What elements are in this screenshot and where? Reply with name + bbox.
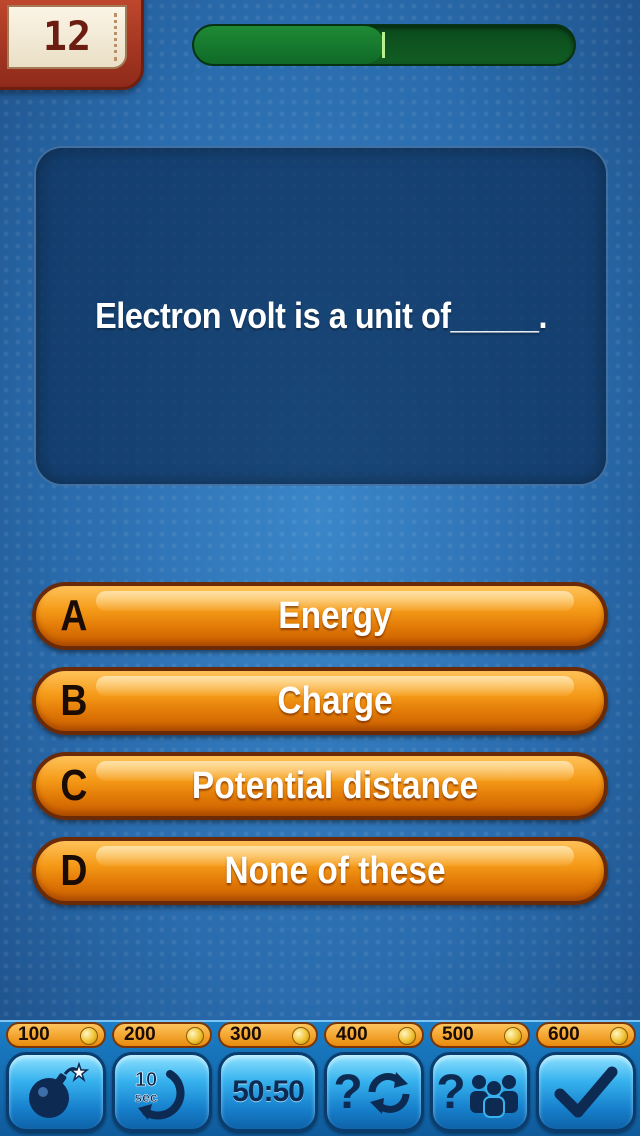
lifeline-cost-value: 200 bbox=[124, 1024, 156, 1045]
timer-progress-fill bbox=[194, 26, 384, 64]
ask-audience-button[interactable]: ? bbox=[430, 1052, 530, 1132]
fifty-fifty-button[interactable]: 50:50 bbox=[218, 1052, 318, 1132]
lifeline-cost: 500 bbox=[430, 1022, 530, 1048]
lifeline-cost-value: 600 bbox=[548, 1024, 580, 1045]
lifeline-fifty-fifty: 300 50:50 bbox=[216, 1022, 320, 1136]
counter-ruler-decoration bbox=[107, 13, 117, 61]
lifeline-cost: 300 bbox=[218, 1022, 318, 1048]
answer-text: Energy bbox=[278, 594, 392, 637]
swap-question-icon: ? bbox=[332, 1062, 416, 1122]
question-panel: Electron volt is a unit of_____. bbox=[34, 146, 608, 486]
coin-icon bbox=[80, 1027, 98, 1045]
answer-text: None of these bbox=[224, 849, 446, 892]
answer-letter: C bbox=[60, 761, 88, 810]
lifeline-cost: 200 bbox=[112, 1022, 212, 1048]
answer-letter: D bbox=[60, 846, 88, 895]
timer-progress-marker bbox=[382, 32, 385, 58]
add-10-seconds-icon: 10 sec bbox=[124, 1060, 200, 1124]
question-number: 12 bbox=[42, 14, 92, 60]
bomb-icon bbox=[21, 1062, 91, 1122]
answer-letter: B bbox=[60, 676, 88, 725]
question-counter-panel: 12 bbox=[7, 5, 127, 69]
lifeline-cost-value: 100 bbox=[18, 1024, 50, 1045]
question-counter: 12 bbox=[0, 0, 144, 90]
coin-icon bbox=[610, 1027, 628, 1045]
lifeline-cost-value: 500 bbox=[442, 1024, 474, 1045]
answer-text: Charge bbox=[277, 679, 393, 722]
answer-text: Potential distance bbox=[191, 764, 479, 807]
answer-option-b[interactable]: B Charge bbox=[32, 667, 608, 735]
lifeline-cost: 100 bbox=[6, 1022, 106, 1048]
lifeline-swap-question: 400 ? bbox=[322, 1022, 426, 1136]
svg-text:?: ? bbox=[333, 1066, 362, 1119]
lifeline-ask-audience: 500 ? bbox=[428, 1022, 532, 1136]
lifeline-correct-answer: 600 bbox=[534, 1022, 638, 1136]
ten-label: 10 bbox=[135, 1069, 157, 1091]
answer-letter: A bbox=[60, 591, 88, 640]
bomb-button[interactable] bbox=[6, 1052, 106, 1132]
checkmark-button[interactable] bbox=[536, 1052, 636, 1132]
coin-icon bbox=[292, 1027, 310, 1045]
add-10-seconds-button[interactable]: 10 sec bbox=[112, 1052, 212, 1132]
answer-option-d[interactable]: D None of these bbox=[32, 837, 608, 905]
coin-icon bbox=[186, 1027, 204, 1045]
lifeline-cost-value: 400 bbox=[336, 1024, 368, 1045]
swap-question-button[interactable]: ? bbox=[324, 1052, 424, 1132]
question-text: Electron volt is a unit of_____. bbox=[95, 295, 547, 336]
ask-audience-icon: ? bbox=[437, 1062, 523, 1122]
lifeline-cost: 400 bbox=[324, 1022, 424, 1048]
coin-icon bbox=[504, 1027, 522, 1045]
lifeline-add-time: 200 10 sec bbox=[110, 1022, 214, 1136]
svg-text:?: ? bbox=[437, 1066, 466, 1119]
lifeline-cost-value: 300 bbox=[230, 1024, 262, 1045]
timer-progress-bar bbox=[192, 24, 576, 66]
sec-label: sec bbox=[134, 1089, 158, 1105]
answer-option-c[interactable]: C Potential distance bbox=[32, 752, 608, 820]
lifeline-cost: 600 bbox=[536, 1022, 636, 1048]
checkmark-icon bbox=[554, 1064, 618, 1120]
answer-option-a[interactable]: A Energy bbox=[32, 582, 608, 650]
fifty-fifty-icon: 50:50 bbox=[232, 1075, 305, 1108]
lifeline-bomb: 100 bbox=[4, 1022, 108, 1136]
coin-icon bbox=[398, 1027, 416, 1045]
